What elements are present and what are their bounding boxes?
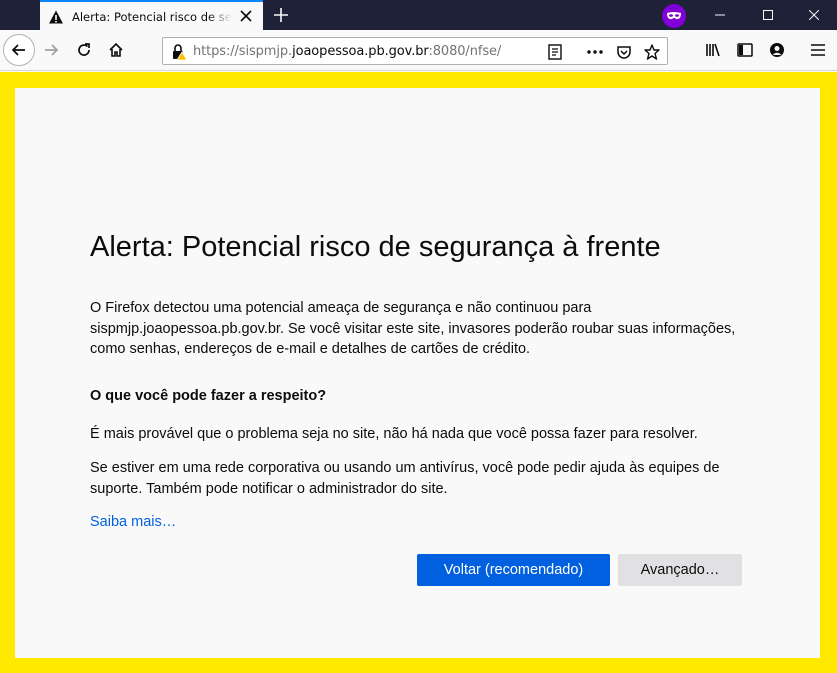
minimize-button[interactable] — [697, 0, 743, 30]
url-suffix: :8080/nfse/ — [428, 43, 502, 59]
close-icon[interactable] — [237, 7, 255, 25]
insecure-lock-icon[interactable] — [169, 42, 189, 62]
advanced-button[interactable]: Avançado… — [618, 554, 742, 586]
reload-icon[interactable] — [69, 35, 99, 65]
active-tab[interactable]: Alerta: Potencial risco de segurança à f… — [40, 0, 263, 31]
sidebar-icon[interactable] — [730, 35, 760, 65]
url-domain: joaopessoa.pb.gov.br — [292, 43, 429, 59]
navigation-toolbar: https://sispmjp.joaopessoa.pb.gov.br:808… — [0, 31, 837, 71]
url-text: https://sispmjp.joaopessoa.pb.gov.br:808… — [193, 44, 501, 59]
intro-paragraph: O Firefox detectou uma potencial ameaça … — [90, 300, 736, 357]
url-prefix: https://sispmjp. — [193, 43, 293, 59]
home-icon[interactable] — [101, 35, 131, 65]
what-to-do-paragraph-2: Se estiver em uma rede corporativa ou us… — [90, 460, 720, 497]
forward-arrow-icon[interactable] — [36, 35, 66, 65]
plus-icon[interactable] — [270, 4, 292, 26]
what-to-do-heading: O que você pode fazer a respeito? — [90, 388, 327, 404]
learn-more-link[interactable]: Saiba mais… — [90, 514, 176, 530]
page-title: Alerta: Potencial risco de segurança à f… — [90, 231, 661, 263]
back-arrow-icon[interactable] — [3, 34, 35, 66]
library-icon[interactable] — [698, 35, 728, 65]
tab-title: Alerta: Potencial risco de segurança à f… — [72, 9, 232, 24]
maximize-button[interactable] — [745, 0, 791, 30]
url-bar[interactable]: https://sispmjp.joaopessoa.pb.gov.br:808… — [162, 37, 668, 65]
pocket-icon[interactable] — [614, 42, 634, 62]
what-to-do-paragraph-1: É mais provável que o problema seja no s… — [90, 426, 698, 442]
hamburger-menu-icon[interactable] — [803, 35, 833, 65]
reader-view-icon[interactable] — [545, 42, 565, 62]
account-icon[interactable] — [762, 35, 792, 65]
star-icon[interactable] — [642, 42, 662, 62]
private-mask-icon — [662, 4, 686, 28]
back-recommended-button[interactable]: Voltar (recomendado) — [417, 554, 610, 586]
warning-triangle-icon — [49, 10, 63, 23]
title-bar: Alerta: Potencial risco de segurança à f… — [0, 0, 837, 31]
window-close-button[interactable] — [791, 0, 837, 30]
more-dots-icon[interactable] — [585, 42, 605, 62]
